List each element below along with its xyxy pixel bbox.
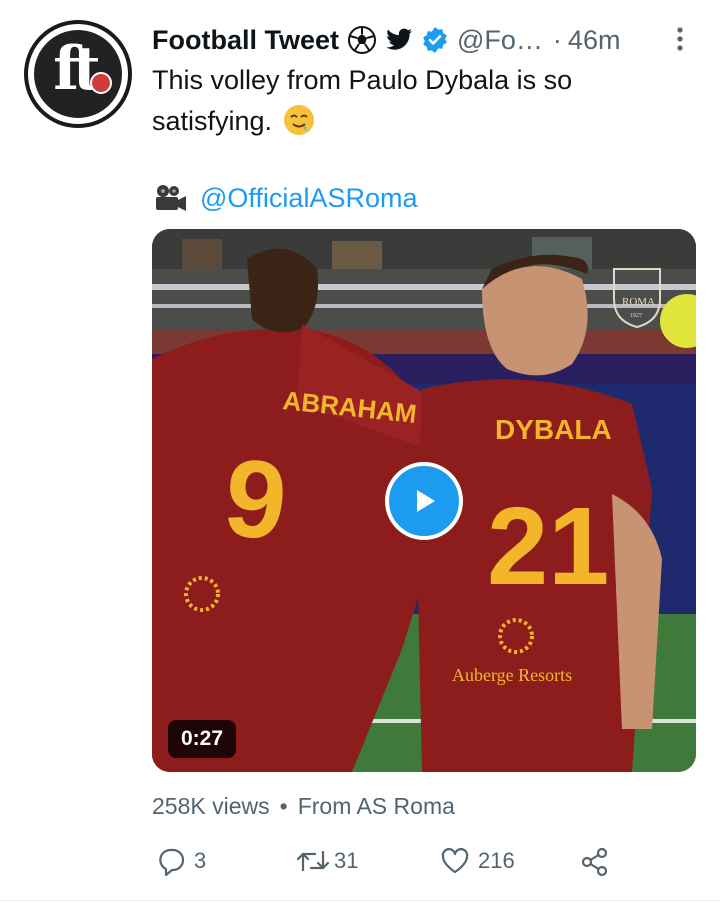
video-source[interactable]: From AS Roma	[298, 793, 455, 820]
movie-camera-icon	[152, 183, 188, 213]
reply-icon	[159, 848, 185, 876]
avatar-logo: ft	[34, 30, 122, 118]
left-jersey-number: 9	[219, 435, 293, 564]
club-crest-text: ROMA	[622, 296, 655, 308]
tweet-text: This volley from Paulo Dybala is so sati…	[152, 65, 573, 136]
divider	[0, 900, 720, 901]
heart-icon	[441, 848, 469, 874]
bird-icon	[385, 28, 413, 52]
credit-handle-link[interactable]: @OfficialASRoma	[200, 183, 417, 214]
drooling-face-emoji-icon	[283, 105, 314, 135]
right-jersey-number: 21	[487, 485, 609, 608]
author-name[interactable]: Football Tweet	[152, 25, 339, 56]
retweet-icon	[296, 850, 330, 872]
video-credit[interactable]: @OfficialASRoma	[152, 180, 417, 216]
tweet-header: Football Tweet @Fo… · 46m	[152, 20, 620, 60]
more-options-icon[interactable]	[672, 24, 688, 61]
sponsor-text: Auberge Resorts	[452, 665, 572, 685]
club-crest-year: 1927	[630, 313, 642, 319]
tweet-body: This volley from Paulo Dybala is so sati…	[152, 60, 692, 142]
retweet-count: 31	[334, 848, 359, 873]
header-separator: ·	[552, 24, 562, 55]
stats-separator: •	[279, 792, 288, 819]
author-handle[interactable]: @Fo…	[457, 25, 543, 56]
retweet-button[interactable]: 31	[296, 846, 358, 876]
share-button[interactable]	[580, 846, 610, 878]
reply-count: 3	[194, 848, 207, 873]
author-avatar[interactable]: ft	[24, 20, 132, 128]
view-count: 258K views	[152, 792, 270, 819]
tweet-timestamp[interactable]: 46m	[568, 25, 621, 56]
avatar-logo-text: ft	[53, 34, 100, 104]
football-icon	[90, 72, 112, 94]
like-count: 216	[478, 848, 515, 873]
right-jersey-name: DYBALA	[495, 414, 612, 445]
soccer-ball-icon	[347, 25, 377, 55]
like-button[interactable]: 216	[440, 846, 515, 876]
reply-button[interactable]: 3	[156, 846, 206, 876]
tweet-stats: 258K views • From AS Roma	[152, 788, 455, 824]
play-icon	[417, 490, 435, 512]
share-icon	[581, 847, 608, 877]
tweet-actions: 3 31 216	[0, 842, 720, 882]
play-button[interactable]	[385, 462, 463, 540]
video-duration-badge: 0:27	[168, 720, 236, 758]
verified-badge-icon	[421, 26, 449, 54]
